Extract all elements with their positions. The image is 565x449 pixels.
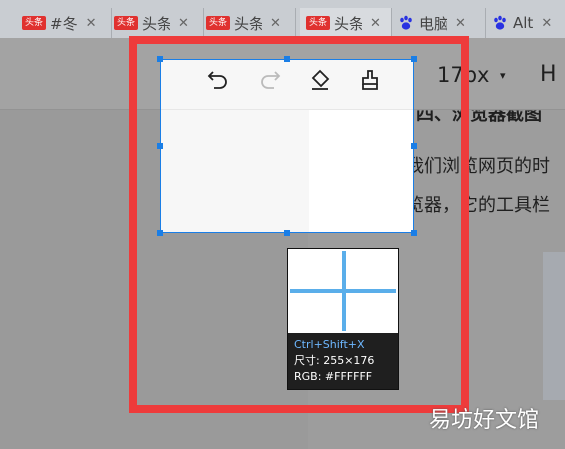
close-icon[interactable]: ✕ (541, 16, 552, 31)
browser-tab[interactable]: 电脑 ✕ (398, 8, 486, 38)
toutiao-badge: 头条 (114, 16, 139, 30)
close-icon[interactable]: ✕ (178, 16, 189, 31)
capture-selection[interactable] (160, 59, 414, 233)
magnifier-info: Ctrl+Shift+X 尺寸: 255×176 RGB: #FFFFFF (294, 337, 374, 385)
resize-handle[interactable] (411, 143, 417, 149)
browser-tab-strip: 头条 #冬 ✕ 头条 头条 ✕ 头条 头条 ✕ 头条 头条 ✕ 电脑 ✕ Alt… (0, 0, 565, 38)
chevron-down-icon[interactable]: ▾ (500, 69, 506, 82)
side-card (543, 252, 565, 400)
resize-handle[interactable] (157, 143, 163, 149)
toutiao-badge: 头条 (22, 16, 47, 30)
magnifier-tooltip: Ctrl+Shift+X 尺寸: 255×176 RGB: #FFFFFF (287, 248, 399, 390)
browser-tab[interactable]: 头条 头条 ✕ (114, 8, 204, 38)
size-readout: 尺寸: 255×176 (294, 354, 375, 367)
redo-icon[interactable] (257, 67, 283, 93)
brush-icon[interactable] (357, 67, 383, 93)
resize-handle[interactable] (284, 230, 290, 236)
tab-title: #冬 (50, 14, 78, 33)
toutiao-badge: 头条 (206, 16, 231, 30)
resize-handle[interactable] (411, 230, 417, 236)
close-icon[interactable]: ✕ (455, 16, 466, 31)
resize-handle[interactable] (157, 56, 163, 62)
crosshair-vertical (342, 251, 346, 331)
baidu-paw-icon (494, 15, 506, 30)
tab-title: 电脑 (419, 14, 447, 33)
close-icon[interactable]: ✕ (370, 16, 381, 31)
shortcut-text: Ctrl+Shift+X (294, 338, 365, 351)
toutiao-badge: 头条 (306, 16, 331, 30)
browser-tab[interactable]: 头条 #冬 ✕ (22, 8, 112, 38)
tab-title: 头条 (334, 14, 363, 33)
undo-icon[interactable] (205, 67, 231, 93)
close-icon[interactable]: ✕ (86, 16, 97, 31)
resize-handle[interactable] (157, 230, 163, 236)
tab-title: 头条 (142, 14, 171, 33)
heading-button[interactable]: H (540, 62, 557, 87)
capture-toolbar (161, 60, 413, 110)
browser-tab-active[interactable]: 头条 头条 ✕ (300, 8, 392, 38)
close-icon[interactable]: ✕ (270, 16, 281, 31)
browser-tab[interactable]: Alt ✕ (492, 8, 565, 38)
rgb-readout: RGB: #FFFFFF (294, 370, 373, 383)
tab-title: 头条 (234, 14, 263, 33)
resize-handle[interactable] (284, 56, 290, 62)
resize-handle[interactable] (411, 56, 417, 62)
captured-region (161, 110, 309, 232)
tab-title: Alt (513, 14, 534, 32)
browser-tab[interactable]: 头条 头条 ✕ (206, 8, 296, 38)
eraser-icon[interactable] (307, 67, 333, 93)
baidu-paw-icon (400, 15, 412, 30)
magnifier-view (288, 249, 398, 333)
watermark: 易坊好文馆 (428, 408, 539, 433)
